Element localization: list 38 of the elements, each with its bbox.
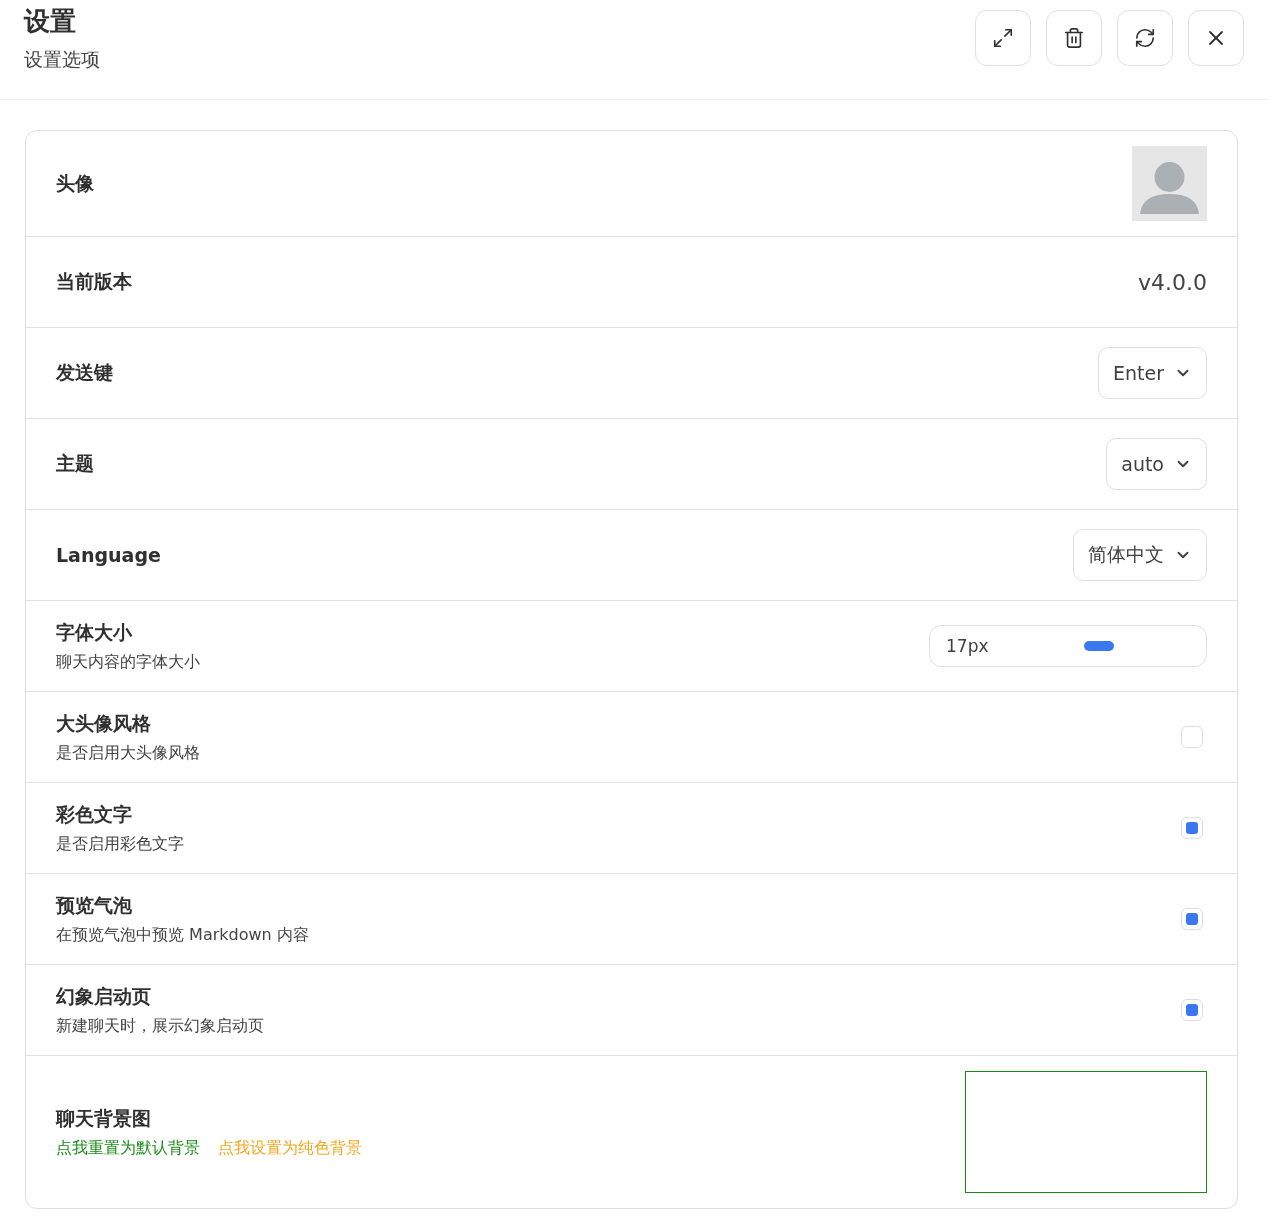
page-subtitle: 设置选项: [24, 47, 100, 72]
maximize-icon: [992, 27, 1014, 49]
dropdown[interactable]: Enter: [1098, 347, 1207, 399]
setting-label: 预览气泡: [56, 892, 133, 918]
refresh-icon: [1134, 27, 1156, 49]
slider[interactable]: 17px: [929, 625, 1207, 667]
setting-description: 新建聊天时，展示幻象启动页: [56, 1015, 264, 1037]
setting-label: 彩色文字: [56, 801, 133, 827]
action-link[interactable]: 点我重置为默认背景: [56, 1137, 200, 1159]
checkbox[interactable]: [1181, 817, 1203, 839]
refresh-button[interactable]: [1117, 10, 1173, 66]
setting-label: 头像: [56, 170, 94, 196]
checkbox[interactable]: [1181, 726, 1203, 748]
close-button[interactable]: [1188, 10, 1244, 66]
slider-thumb[interactable]: [1084, 641, 1115, 651]
maximize-button[interactable]: [975, 10, 1031, 66]
checkbox[interactable]: [1181, 999, 1203, 1021]
trash-button[interactable]: [1046, 10, 1102, 66]
trash-icon: [1063, 27, 1085, 49]
setting-label: 当前版本: [56, 269, 132, 294]
setting-label: 聊天背景图: [56, 1105, 152, 1131]
setting-label: 字体大小: [56, 619, 133, 645]
setting-description: 是否启用大头像风格: [56, 742, 200, 764]
setting-label: 发送键: [56, 360, 113, 385]
dropdown[interactable]: auto: [1106, 438, 1207, 490]
setting-label: 大头像风格: [56, 710, 152, 736]
page-title: 设置: [24, 5, 77, 38]
background-preview[interactable]: [965, 1071, 1207, 1193]
version-text: v4.0.0: [1138, 269, 1207, 295]
setting-label: 主题: [56, 451, 94, 476]
setting-description: 在预览气泡中预览 Markdown 内容: [56, 924, 309, 946]
setting-label: 幻象启动页: [56, 983, 152, 1009]
setting-description: 聊天内容的字体大小: [56, 651, 200, 673]
dropdown[interactable]: 简体中文: [1073, 529, 1207, 581]
checkbox[interactable]: [1181, 908, 1203, 930]
setting-description: 是否启用彩色文字: [56, 833, 184, 855]
setting-label: Language: [56, 544, 161, 566]
slider-value: 17px: [946, 636, 989, 656]
